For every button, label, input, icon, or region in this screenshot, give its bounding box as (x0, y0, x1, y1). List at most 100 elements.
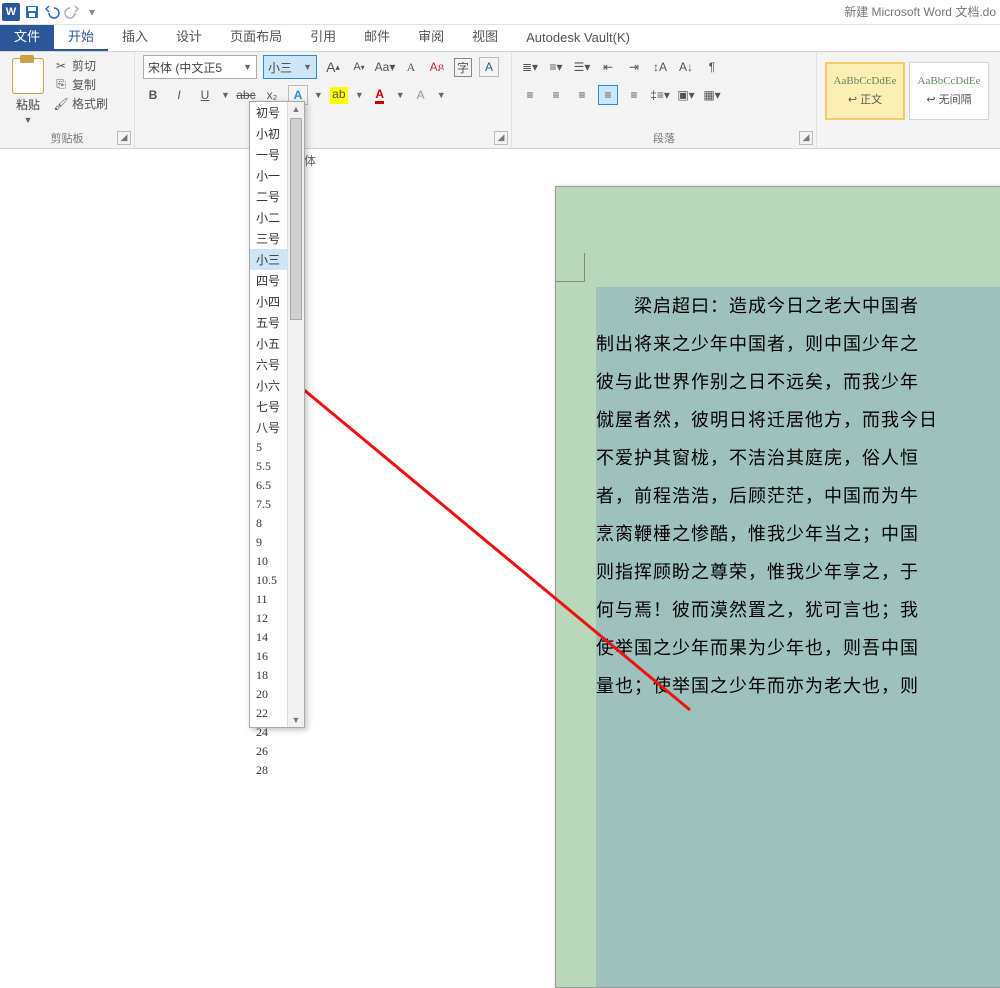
paragraph-dialog-launcher[interactable]: ◢ (799, 131, 813, 145)
multilevel-icon[interactable]: ☰▾ (572, 57, 592, 77)
text-line[interactable]: 制出将来之少年中国者，则中国少年之 (596, 325, 1000, 363)
font-size-option[interactable]: 五号 (250, 312, 287, 333)
paste-button[interactable]: 粘贴 ▼ (8, 56, 48, 127)
redo-icon[interactable] (64, 4, 80, 20)
shrink-font-icon[interactable]: A▾ (349, 57, 369, 77)
change-case-icon[interactable]: Aa▾ (375, 57, 395, 77)
tab-mailings[interactable]: 邮件 (350, 21, 404, 51)
copy-button[interactable]: ⎘复制 (54, 75, 108, 94)
font-size-option[interactable]: 6.5 (250, 476, 287, 495)
text-line[interactable]: 则指挥顾盼之尊荣，惟我少年享之，于 (596, 553, 1000, 591)
font-size-option[interactable]: 22 (250, 704, 287, 723)
font-name-combo[interactable]: 宋体 (中文正5▼ (143, 55, 257, 79)
font-size-option[interactable]: 5 (250, 438, 287, 457)
text-line[interactable]: 量也；使举国之少年而亦为老大也，则 (596, 667, 1000, 705)
font-size-option[interactable]: 28 (250, 761, 287, 780)
font-size-option[interactable]: 六号 (250, 354, 287, 375)
decrease-indent-icon[interactable]: ⇤ (598, 57, 618, 77)
highlight-icon[interactable]: ab (329, 85, 349, 105)
scroll-thumb[interactable] (290, 118, 302, 320)
align-center-icon[interactable]: ≡ (546, 85, 566, 105)
font-size-option[interactable]: 小初 (250, 123, 287, 144)
tab-references[interactable]: 引用 (296, 21, 350, 51)
font-size-option[interactable]: 三号 (250, 228, 287, 249)
align-right-icon[interactable]: ≡ (572, 85, 592, 105)
text-direction-icon[interactable]: ↕A (650, 57, 670, 77)
clipboard-dialog-launcher[interactable]: ◢ (117, 131, 131, 145)
text-line[interactable]: 烹脔鞭棰之惨酷，惟我少年当之；中国 (596, 515, 1000, 553)
enclose-chars-icon[interactable]: A (479, 57, 499, 77)
font-size-option[interactable]: 小四 (250, 291, 287, 312)
text-line[interactable]: 使举国之少年而果为少年也，则吾中国 (596, 629, 1000, 667)
font-size-option[interactable]: 16 (250, 647, 287, 666)
chevron-down-icon[interactable]: ▼ (437, 90, 446, 100)
qat-customize-icon[interactable]: ▾ (84, 4, 100, 20)
font-size-option[interactable]: 14 (250, 628, 287, 647)
font-size-option[interactable]: 小五 (250, 333, 287, 354)
font-size-option[interactable]: 初号 (250, 102, 287, 123)
style-no-spacing[interactable]: AaBbCcDdEe ↩ 无间隔 (909, 62, 989, 120)
font-size-option[interactable]: 7.5 (250, 495, 287, 514)
font-size-option[interactable]: 10.5 (250, 571, 287, 590)
tab-layout[interactable]: 页面布局 (216, 21, 296, 51)
sort-icon[interactable]: A↓ (676, 57, 696, 77)
italic-button[interactable]: I (169, 85, 189, 105)
document-area[interactable]: 梁启超曰：造成今日之老大中国者制出将来之少年中国者，则中国少年之彼与此世界作别之… (0, 170, 1000, 732)
scroll-up-icon[interactable]: ▲ (288, 104, 304, 114)
borders-icon[interactable]: ▦▾ (702, 85, 722, 105)
chevron-down-icon[interactable]: ▼ (221, 90, 230, 100)
underline-button[interactable]: U (195, 85, 215, 105)
font-size-option[interactable]: 四号 (250, 270, 287, 291)
font-size-option[interactable]: 9 (250, 533, 287, 552)
phonetic-guide-icon[interactable]: A (401, 57, 421, 77)
cut-button[interactable]: ✂剪切 (54, 56, 108, 75)
bold-button[interactable]: B (143, 85, 163, 105)
font-color-icon[interactable]: A (370, 85, 390, 105)
font-size-option[interactable]: 小二 (250, 207, 287, 228)
font-dialog-launcher[interactable]: ◢ (494, 131, 508, 145)
format-painter-button[interactable]: 🖌格式刷 (54, 94, 108, 113)
font-size-option[interactable]: 小一 (250, 165, 287, 186)
tab-insert[interactable]: 插入 (108, 21, 162, 51)
show-marks-icon[interactable]: ¶ (702, 57, 722, 77)
font-size-option[interactable]: 8 (250, 514, 287, 533)
justify-icon[interactable]: ≡ (598, 85, 618, 105)
dropdown-scrollbar[interactable]: ▲ ▼ (287, 102, 304, 727)
font-size-option[interactable]: 20 (250, 685, 287, 704)
align-left-icon[interactable]: ≡ (520, 85, 540, 105)
bullets-icon[interactable]: ≣▾ (520, 57, 540, 77)
font-size-option[interactable]: 24 (250, 723, 287, 742)
tab-file[interactable]: 文件 (0, 21, 54, 51)
text-line[interactable]: 梁启超曰：造成今日之老大中国者 (596, 287, 1000, 325)
grow-font-icon[interactable]: A▴ (323, 57, 343, 77)
text-line[interactable]: 僦屋者然，彼明日将迁居他方，而我今日 (596, 401, 1000, 439)
character-shading-icon[interactable]: 字 (453, 57, 473, 77)
numbering-icon[interactable]: ≡▾ (546, 57, 566, 77)
increase-indent-icon[interactable]: ⇥ (624, 57, 644, 77)
paste-dropdown-icon[interactable]: ▼ (24, 115, 33, 125)
font-size-option[interactable]: 一号 (250, 144, 287, 165)
character-scaling-icon[interactable]: A (411, 85, 431, 105)
text-line[interactable]: 何与焉！彼而漠然置之，犹可言也；我 (596, 591, 1000, 629)
undo-icon[interactable] (44, 4, 60, 20)
font-size-option[interactable]: 18 (250, 666, 287, 685)
text-line[interactable]: 者，前程浩浩，后顾茫茫，中国而为牛 (596, 477, 1000, 515)
clear-format-icon[interactable]: Aጾ (427, 57, 447, 77)
document-text[interactable]: 梁启超曰：造成今日之老大中国者制出将来之少年中国者，则中国少年之彼与此世界作别之… (596, 287, 1000, 705)
style-normal[interactable]: AaBbCcDdEe ↩ 正文 (825, 62, 905, 120)
font-size-option[interactable]: 小三 (250, 249, 287, 270)
scroll-down-icon[interactable]: ▼ (288, 715, 304, 725)
text-line[interactable]: 彼与此世界作别之日不远矣，而我少年 (596, 363, 1000, 401)
page[interactable]: 梁启超曰：造成今日之老大中国者制出将来之少年中国者，则中国少年之彼与此世界作别之… (555, 186, 1000, 988)
tab-review[interactable]: 审阅 (404, 21, 458, 51)
text-line[interactable]: 不爱护其窗栊，不洁治其庭庑，俗人恒 (596, 439, 1000, 477)
font-size-combo[interactable]: 小三▼ (263, 55, 317, 79)
font-size-option[interactable]: 七号 (250, 396, 287, 417)
font-size-option[interactable]: 10 (250, 552, 287, 571)
font-size-option[interactable]: 八号 (250, 417, 287, 438)
font-size-option[interactable]: 小六 (250, 375, 287, 396)
chevron-down-icon[interactable]: ▼ (314, 90, 323, 100)
shading-icon[interactable]: ▣▾ (676, 85, 696, 105)
chevron-down-icon[interactable]: ▼ (355, 90, 364, 100)
font-size-option[interactable]: 二号 (250, 186, 287, 207)
